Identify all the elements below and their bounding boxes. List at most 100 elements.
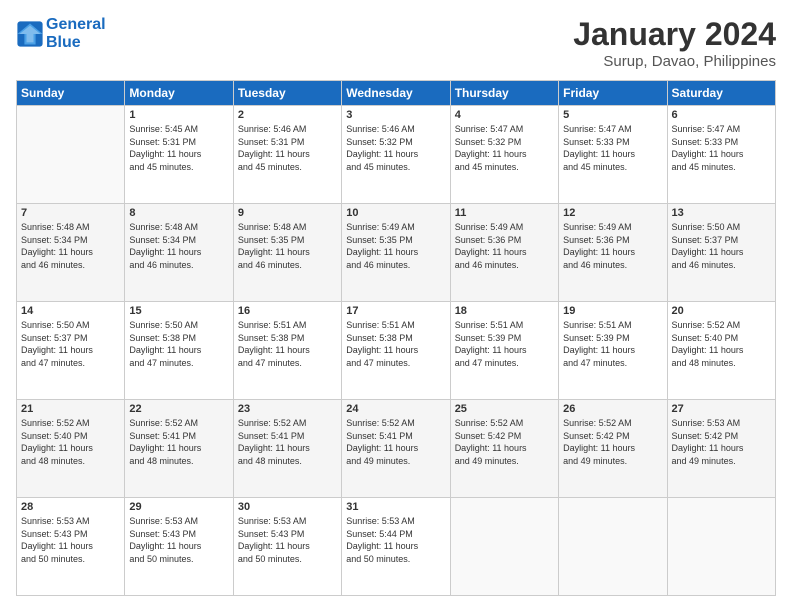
cell-info: Sunrise: 5:52 AM Sunset: 5:42 PM Dayligh… (563, 417, 662, 467)
col-header-monday: Monday (125, 81, 233, 106)
calendar-cell: 20 Sunrise: 5:52 AM Sunset: 5:40 PM Dayli… (667, 302, 775, 400)
col-header-sunday: Sunday (17, 81, 125, 106)
day-number: 29 (129, 501, 228, 513)
cell-info: Sunrise: 5:53 AM Sunset: 5:44 PM Dayligh… (346, 515, 445, 565)
cell-info: Sunrise: 5:51 AM Sunset: 5:39 PM Dayligh… (563, 319, 662, 369)
calendar-cell: 13 Sunrise: 5:50 AM Sunset: 5:37 PM Dayli… (667, 204, 775, 302)
calendar-cell (450, 498, 558, 596)
calendar-cell: 9 Sunrise: 5:48 AM Sunset: 5:35 PM Daylig… (233, 204, 341, 302)
calendar-cell: 2 Sunrise: 5:46 AM Sunset: 5:31 PM Daylig… (233, 106, 341, 204)
calendar-cell: 4Sunrise: 5:47 AM Sunset: 5:32 PM Daylig… (450, 106, 558, 204)
calendar-cell: 17 Sunrise: 5:51 AM Sunset: 5:38 PM Dayli… (342, 302, 450, 400)
calendar-cell: 18 Sunrise: 5:51 AM Sunset: 5:39 PM Dayli… (450, 302, 558, 400)
cell-info: Sunrise: 5:49 AM Sunset: 5:36 PM Dayligh… (455, 221, 554, 271)
day-number: 3 (346, 109, 445, 121)
cell-info: Sunrise: 5:52 AM Sunset: 5:40 PM Dayligh… (672, 319, 771, 369)
day-number: 14 (21, 305, 120, 317)
cell-info: Sunrise: 5:52 AM Sunset: 5:42 PM Dayligh… (455, 417, 554, 467)
calendar-cell: 3 Sunrise: 5:46 AM Sunset: 5:32 PM Daylig… (342, 106, 450, 204)
calendar-table: SundayMondayTuesdayWednesdayThursdayFrid… (16, 80, 776, 596)
day-number: 21 (21, 403, 120, 415)
calendar-cell: 26 Sunrise: 5:52 AM Sunset: 5:42 PM Dayli… (559, 400, 667, 498)
day-number: 17 (346, 305, 445, 317)
calendar-cell: 29 Sunrise: 5:53 AM Sunset: 5:43 PM Dayli… (125, 498, 233, 596)
col-header-wednesday: Wednesday (342, 81, 450, 106)
day-number: 2 (238, 109, 337, 121)
calendar-week-row: 7 Sunrise: 5:48 AM Sunset: 5:34 PM Daylig… (17, 204, 776, 302)
cell-info: Sunrise: 5:46 AM Sunset: 5:31 PM Dayligh… (238, 123, 337, 173)
calendar-cell: 1Sunrise: 5:45 AM Sunset: 5:31 PM Daylig… (125, 106, 233, 204)
calendar-cell: 12 Sunrise: 5:49 AM Sunset: 5:36 PM Dayli… (559, 204, 667, 302)
calendar-cell: 16Sunrise: 5:51 AM Sunset: 5:38 PM Dayli… (233, 302, 341, 400)
day-number: 19 (563, 305, 662, 317)
cell-info: Sunrise: 5:50 AM Sunset: 5:37 PM Dayligh… (21, 319, 120, 369)
calendar-cell: 21 Sunrise: 5:52 AM Sunset: 5:40 PM Dayli… (17, 400, 125, 498)
logo: General Blue (16, 16, 106, 51)
cell-info: Sunrise: 5:52 AM Sunset: 5:41 PM Dayligh… (238, 417, 337, 467)
calendar-week-row: 21 Sunrise: 5:52 AM Sunset: 5:40 PM Dayli… (17, 400, 776, 498)
cell-info: Sunrise: 5:52 AM Sunset: 5:40 PM Dayligh… (21, 417, 120, 467)
day-number: 6 (672, 109, 771, 121)
calendar-cell: 14 Sunrise: 5:50 AM Sunset: 5:37 PM Dayli… (17, 302, 125, 400)
calendar-cell: 15 Sunrise: 5:50 AM Sunset: 5:38 PM Dayli… (125, 302, 233, 400)
calendar-cell: 30 Sunrise: 5:53 AM Sunset: 5:43 PM Dayli… (233, 498, 341, 596)
day-number: 1 (129, 109, 228, 121)
cell-info: Sunrise: 5:48 AM Sunset: 5:34 PM Dayligh… (21, 221, 120, 271)
calendar-cell: 23 Sunrise: 5:52 AM Sunset: 5:41 PM Dayli… (233, 400, 341, 498)
day-number: 15 (129, 305, 228, 317)
cell-info: Sunrise: 5:52 AM Sunset: 5:41 PM Dayligh… (129, 417, 228, 467)
calendar-cell: 28Sunrise: 5:53 AM Sunset: 5:43 PM Dayli… (17, 498, 125, 596)
cell-info: Sunrise: 5:49 AM Sunset: 5:36 PM Dayligh… (563, 221, 662, 271)
calendar-cell: 22Sunrise: 5:52 AM Sunset: 5:41 PM Dayli… (125, 400, 233, 498)
day-number: 23 (238, 403, 337, 415)
cell-info: Sunrise: 5:48 AM Sunset: 5:34 PM Dayligh… (129, 221, 228, 271)
calendar-cell (559, 498, 667, 596)
day-number: 18 (455, 305, 554, 317)
day-number: 10 (346, 207, 445, 219)
calendar-cell: 27 Sunrise: 5:53 AM Sunset: 5:42 PM Dayli… (667, 400, 775, 498)
cell-info: Sunrise: 5:53 AM Sunset: 5:43 PM Dayligh… (238, 515, 337, 565)
col-header-saturday: Saturday (667, 81, 775, 106)
calendar-cell (667, 498, 775, 596)
cell-info: Sunrise: 5:50 AM Sunset: 5:37 PM Dayligh… (672, 221, 771, 271)
logo-icon (16, 20, 44, 48)
calendar-cell: 10 Sunrise: 5:49 AM Sunset: 5:35 PM Dayli… (342, 204, 450, 302)
cell-info: Sunrise: 5:47 AM Sunset: 5:32 PM Dayligh… (455, 123, 554, 173)
cell-info: Sunrise: 5:49 AM Sunset: 5:35 PM Dayligh… (346, 221, 445, 271)
col-header-tuesday: Tuesday (233, 81, 341, 106)
day-number: 13 (672, 207, 771, 219)
header: General Blue January 2024 Surup, Davao, … (16, 16, 776, 70)
calendar-week-row: 1Sunrise: 5:45 AM Sunset: 5:31 PM Daylig… (17, 106, 776, 204)
day-number: 8 (129, 207, 228, 219)
day-number: 11 (455, 207, 554, 219)
cell-info: Sunrise: 5:51 AM Sunset: 5:38 PM Dayligh… (238, 319, 337, 369)
day-number: 7 (21, 207, 120, 219)
page: General Blue January 2024 Surup, Davao, … (0, 0, 792, 612)
cell-info: Sunrise: 5:51 AM Sunset: 5:39 PM Dayligh… (455, 319, 554, 369)
day-number: 5 (563, 109, 662, 121)
cell-info: Sunrise: 5:52 AM Sunset: 5:41 PM Dayligh… (346, 417, 445, 467)
cell-info: Sunrise: 5:50 AM Sunset: 5:38 PM Dayligh… (129, 319, 228, 369)
day-number: 28 (21, 501, 120, 513)
day-number: 27 (672, 403, 771, 415)
calendar-cell: 31 Sunrise: 5:53 AM Sunset: 5:44 PM Dayli… (342, 498, 450, 596)
day-number: 12 (563, 207, 662, 219)
logo-text: General Blue (46, 16, 106, 51)
day-number: 31 (346, 501, 445, 513)
day-number: 26 (563, 403, 662, 415)
day-number: 20 (672, 305, 771, 317)
calendar-cell: 24Sunrise: 5:52 AM Sunset: 5:41 PM Dayli… (342, 400, 450, 498)
calendar-header-row: SundayMondayTuesdayWednesdayThursdayFrid… (17, 81, 776, 106)
cell-info: Sunrise: 5:53 AM Sunset: 5:43 PM Dayligh… (129, 515, 228, 565)
calendar-cell: 25Sunrise: 5:52 AM Sunset: 5:42 PM Dayli… (450, 400, 558, 498)
calendar-cell: 11 Sunrise: 5:49 AM Sunset: 5:36 PM Dayli… (450, 204, 558, 302)
day-number: 30 (238, 501, 337, 513)
cell-info: Sunrise: 5:46 AM Sunset: 5:32 PM Dayligh… (346, 123, 445, 173)
col-header-friday: Friday (559, 81, 667, 106)
cell-info: Sunrise: 5:53 AM Sunset: 5:42 PM Dayligh… (672, 417, 771, 467)
calendar-cell: 6Sunrise: 5:47 AM Sunset: 5:33 PM Daylig… (667, 106, 775, 204)
day-number: 9 (238, 207, 337, 219)
calendar-week-row: 28 Sunrise: 5:53 AM Sunset: 5:43 PM Dayli… (17, 498, 776, 596)
cell-info: Sunrise: 5:51 AM Sunset: 5:38 PM Dayligh… (346, 319, 445, 369)
cell-info: Sunrise: 5:48 AM Sunset: 5:35 PM Dayligh… (238, 221, 337, 271)
